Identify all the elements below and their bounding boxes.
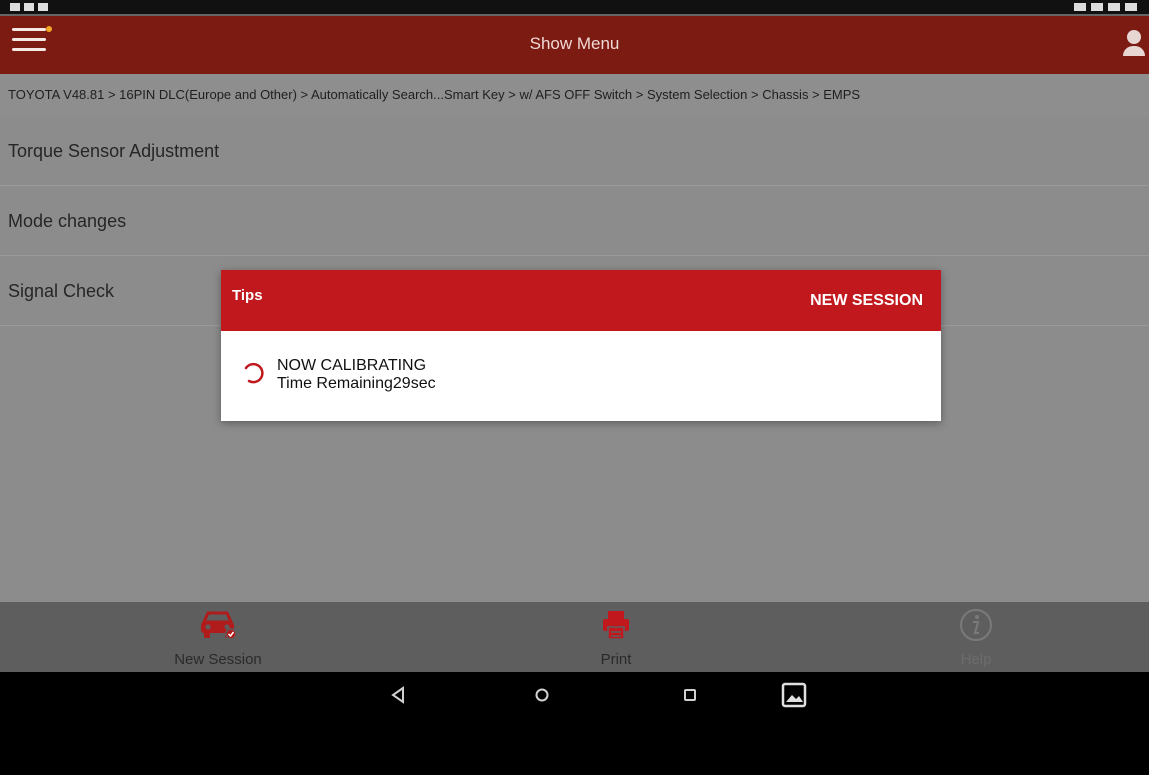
user-icon[interactable] bbox=[1123, 30, 1145, 58]
notification-dot bbox=[46, 26, 52, 32]
app-header: Show Menu bbox=[0, 16, 1149, 74]
print-button[interactable]: Print bbox=[536, 608, 696, 668]
new-session-label: New Session bbox=[174, 651, 262, 668]
recent-square-icon[interactable] bbox=[682, 686, 698, 704]
page-title: Show Menu bbox=[529, 34, 620, 53]
list-item-torque-sensor-adjustment[interactable]: Torque Sensor Adjustment bbox=[0, 116, 1149, 186]
status-left-icons bbox=[10, 3, 48, 11]
info-icon bbox=[960, 609, 992, 641]
calibration-status-text: NOW CALIBRATING bbox=[277, 357, 427, 374]
bottom-toolbar: New Session Print Help bbox=[0, 602, 1149, 672]
car-icon bbox=[201, 611, 237, 640]
print-label: Print bbox=[600, 651, 632, 668]
list-item-mode-changes[interactable]: Mode changes bbox=[0, 186, 1149, 256]
printer-icon bbox=[603, 611, 629, 640]
loading-spinner-icon bbox=[244, 362, 264, 384]
help-label: Help bbox=[960, 651, 992, 668]
image-icon[interactable] bbox=[781, 682, 807, 708]
status-bar bbox=[0, 0, 1149, 16]
dialog-body: NOW CALIBRATING Time Remaining29sec bbox=[221, 331, 941, 421]
home-circle-icon[interactable] bbox=[534, 686, 550, 704]
new-session-dialog-button[interactable]: NEW SESSION bbox=[810, 292, 923, 310]
dialog-header: Tips NEW SESSION bbox=[221, 270, 941, 331]
dialog-title: Tips bbox=[232, 287, 263, 304]
android-nav-bar bbox=[0, 672, 1149, 775]
back-triangle-icon[interactable] bbox=[390, 686, 406, 704]
help-button[interactable]: Help bbox=[896, 608, 1056, 668]
status-right-icons bbox=[1074, 3, 1137, 11]
time-remaining-text: Time Remaining29sec bbox=[277, 375, 436, 392]
new-session-button[interactable]: New Session bbox=[138, 608, 298, 668]
breadcrumb: TOYOTA V48.81 > 16PIN DLC(Europe and Oth… bbox=[0, 74, 1149, 116]
tips-dialog: Tips NEW SESSION NOW CALIBRATING Time Re… bbox=[221, 270, 941, 421]
